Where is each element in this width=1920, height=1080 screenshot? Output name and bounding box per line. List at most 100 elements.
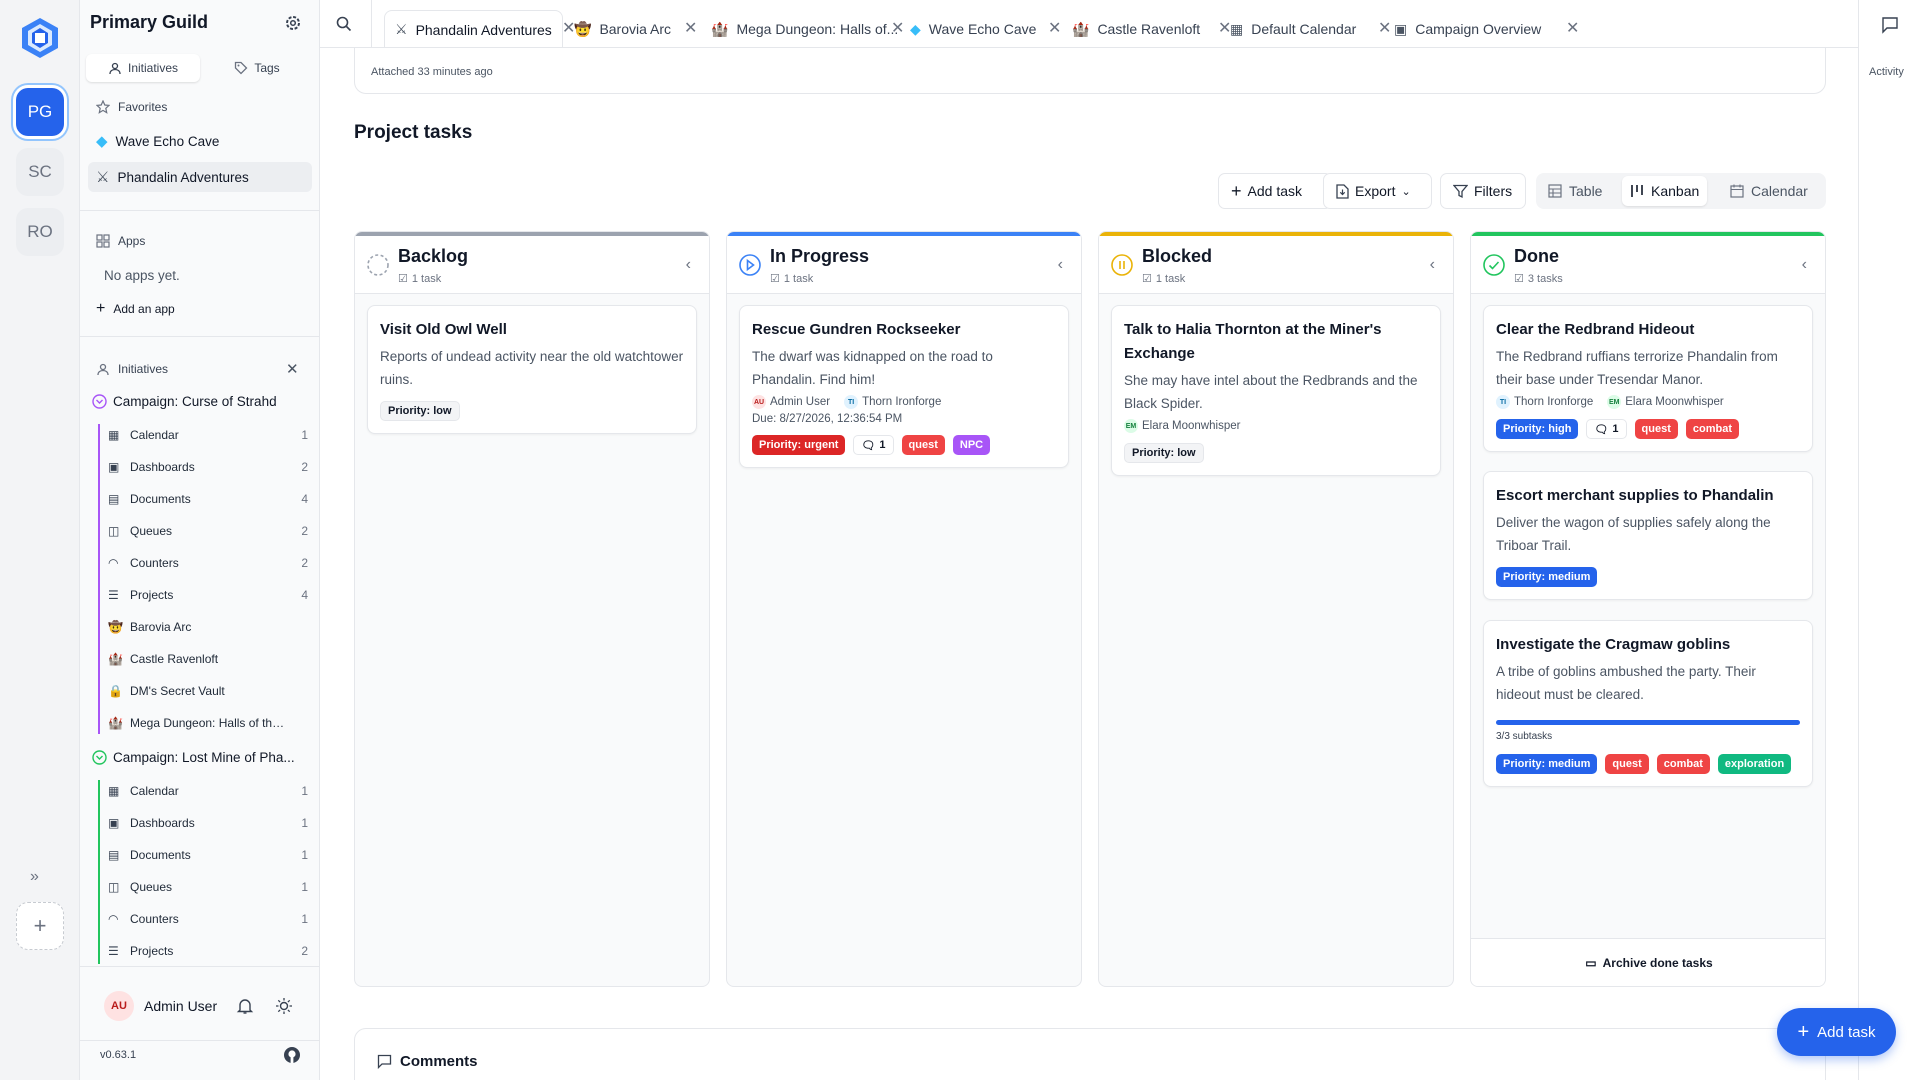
tree-item-dm-s-secret-vault[interactable]: 🔒 DM's Secret Vault [108, 680, 308, 702]
activity-label[interactable]: Activity [1869, 66, 1904, 78]
tag-combat[interactable]: combat [1685, 419, 1740, 439]
assignee-name: Elara Moonwhisper [1142, 420, 1241, 432]
task-card[interactable]: Investigate the Cragmaw goblins A tribe o… [1483, 620, 1813, 787]
assignee-name: Elara Moonwhisper [1625, 396, 1724, 408]
workspace-sc[interactable]: SC [16, 148, 64, 196]
tab-castle-ravenloft[interactable]: 🏰 Castle Ravenloft [1062, 10, 1210, 47]
campaign-tree-lost-mine: ▦ Calendar 1 ▣ Dashboards 1 ▤ Documents 1 ◫ Queues… [98, 780, 308, 964]
tree-item-calendar[interactable]: ▦ Calendar 1 [108, 780, 308, 802]
view-calendar-button[interactable]: Calendar [1722, 176, 1816, 206]
chevron-left-icon[interactable]: ‹ [1430, 256, 1435, 274]
task-chips: Priority: low [1124, 443, 1428, 463]
tag-quest[interactable]: quest [901, 435, 945, 455]
priority-badge[interactable]: Priority: medium [1496, 567, 1598, 587]
favorite-phandalin-adventures[interactable]: ⚔ Phandalin Adventures [88, 162, 312, 192]
task-card[interactable]: Rescue Gundren Rockseeker The dwarf was k… [739, 305, 1069, 468]
task-description: She may have intel about the Redbrands a… [1124, 373, 1418, 411]
chevron-left-icon[interactable]: ‹ [1802, 256, 1807, 274]
chat-icon[interactable] [1881, 16, 1899, 34]
in-progress-status-icon [739, 254, 761, 276]
tree-item-barovia-arc[interactable]: 🤠 Barovia Arc [108, 616, 308, 638]
user-profile[interactable]: AU Admin User [104, 991, 217, 1021]
campaign-name: Campaign: Lost Mine of Pha... [113, 750, 295, 765]
tab-phandalin-adventures[interactable]: ⚔ Phandalin Adventures [384, 10, 563, 47]
priority-badge[interactable]: Priority: urgent [752, 435, 846, 455]
tag-npc[interactable]: NPC [952, 435, 991, 455]
search-icon[interactable] [336, 16, 352, 32]
comment-count-badge[interactable]: 🗨 1 [1586, 419, 1627, 439]
tag-exploration[interactable]: exploration [1717, 754, 1792, 774]
expand-rail-icon[interactable]: » [30, 868, 39, 886]
app-logo-icon[interactable] [18, 16, 62, 60]
view-kanban-button[interactable]: Kanban [1622, 176, 1708, 206]
task-card[interactable]: Talk to Halia Thornton at the Miner's Ex… [1111, 305, 1441, 476]
priority-badge[interactable]: Priority: low [1124, 443, 1204, 463]
priority-badge[interactable]: Priority: high [1496, 419, 1579, 439]
view-table-button[interactable]: Table [1540, 176, 1610, 206]
gear-icon[interactable] [284, 14, 302, 32]
priority-badge[interactable]: Priority: medium [1496, 754, 1598, 774]
priority-badge[interactable]: Priority: low [380, 401, 460, 421]
workspace-ro[interactable]: RO [16, 208, 64, 256]
tag-quest[interactable]: quest [1605, 754, 1649, 774]
chevron-left-icon[interactable]: ‹ [1058, 256, 1063, 274]
tree-item-counters[interactable]: ◠ Counters 1 [108, 908, 308, 930]
filters-button[interactable]: Filters [1440, 173, 1526, 209]
assignee-name: Thorn Ironforge [862, 396, 942, 408]
tree-item-label: Projects [130, 944, 174, 958]
add-workspace-button[interactable]: + [16, 902, 64, 950]
tree-item-counters[interactable]: ◠ Counters 2 [108, 552, 308, 574]
sun-icon[interactable] [275, 997, 293, 1015]
export-button[interactable]: Export ⌄ [1323, 173, 1432, 209]
tab-tags[interactable]: Tags [200, 54, 314, 82]
campaign-lost-mine[interactable]: Campaign: Lost Mine of Pha... [92, 750, 312, 765]
collapse-all-icon[interactable]: ✕ [286, 360, 299, 378]
tree-item-dashboards[interactable]: ▣ Dashboards 2 [108, 456, 308, 478]
task-card[interactable]: Clear the Redbrand Hideout The Redbrand r… [1483, 305, 1813, 452]
floating-add-task-button[interactable]: + Add task [1777, 1008, 1896, 1056]
document-icon: ▤ [108, 848, 120, 862]
tree-item-label: Calendar [130, 428, 179, 442]
tab-campaign-overview[interactable]: ▣ Campaign Overview [1384, 10, 1551, 47]
task-card[interactable]: Visit Old Owl Well Reports of undead acti… [367, 305, 697, 434]
tree-item-calendar[interactable]: ▦ Calendar 1 [108, 424, 308, 446]
tree-item-projects[interactable]: ☰ Projects 2 [108, 940, 308, 962]
tab-mega-dungeon-halls-of[interactable]: 🏰 Mega Dungeon: Halls of... [701, 10, 908, 47]
close-tab-icon[interactable]: ✕ [1048, 18, 1061, 38]
favorite-wave-echo-cave[interactable]: ◆ Wave Echo Cave [88, 126, 312, 156]
tree-item-documents[interactable]: ▤ Documents 4 [108, 488, 308, 510]
tab-label: Default Calendar [1251, 21, 1357, 37]
tag-combat[interactable]: combat [1656, 754, 1710, 774]
add-app-button[interactable]: + Add an app [96, 300, 175, 318]
archive-done-button[interactable]: ▭ Archive done tasks [1471, 938, 1825, 986]
github-icon[interactable] [283, 1046, 301, 1064]
tab-wave-echo-cave[interactable]: ◆ Wave Echo Cave [900, 10, 1046, 47]
comment-count-badge[interactable]: 🗨 1 [853, 435, 894, 455]
chevron-left-icon[interactable]: ‹ [686, 256, 691, 274]
tab-label: Wave Echo Cave [928, 21, 1037, 37]
tab-barovia-arc[interactable]: 🤠 Barovia Arc [564, 10, 681, 47]
project-icon: ☰ [108, 944, 119, 958]
divider [371, 0, 372, 47]
view-kanban-label: Kanban [1651, 183, 1700, 199]
task-description: A tribe of goblins ambushed the party. T… [1496, 664, 1756, 702]
tree-item-queues[interactable]: ◫ Queues 1 [108, 876, 308, 898]
campaign-curse-of-strahd[interactable]: Campaign: Curse of Strahd [92, 394, 312, 409]
add-task-button[interactable]: + Add task [1218, 173, 1332, 209]
close-tab-icon[interactable]: ✕ [684, 18, 697, 38]
filter-icon [1453, 184, 1468, 198]
tree-item-castle-ravenloft[interactable]: 🏰 Castle Ravenloft [108, 648, 308, 670]
bell-icon[interactable] [236, 997, 254, 1015]
tab-initiatives[interactable]: Initiatives [86, 54, 200, 82]
tag-quest[interactable]: quest [1634, 419, 1678, 439]
tree-item-queues[interactable]: ◫ Queues 2 [108, 520, 308, 542]
tree-item-documents[interactable]: ▤ Documents 1 [108, 844, 308, 866]
task-card[interactable]: Escort merchant supplies to Phandalin Del… [1483, 471, 1813, 600]
tab-default-calendar[interactable]: ▦ Default Calendar [1220, 10, 1366, 47]
workspace-pg[interactable]: PG [16, 88, 64, 136]
close-tab-icon[interactable]: ✕ [1566, 18, 1579, 38]
tree-item-dashboards[interactable]: ▣ Dashboards 1 [108, 812, 308, 834]
tree-item-projects[interactable]: ☰ Projects 4 [108, 584, 308, 606]
chevron-circle-icon [92, 394, 107, 409]
tree-item-mega-dungeon-halls-of-the[interactable]: 🏰 Mega Dungeon: Halls of the ... [108, 712, 308, 734]
